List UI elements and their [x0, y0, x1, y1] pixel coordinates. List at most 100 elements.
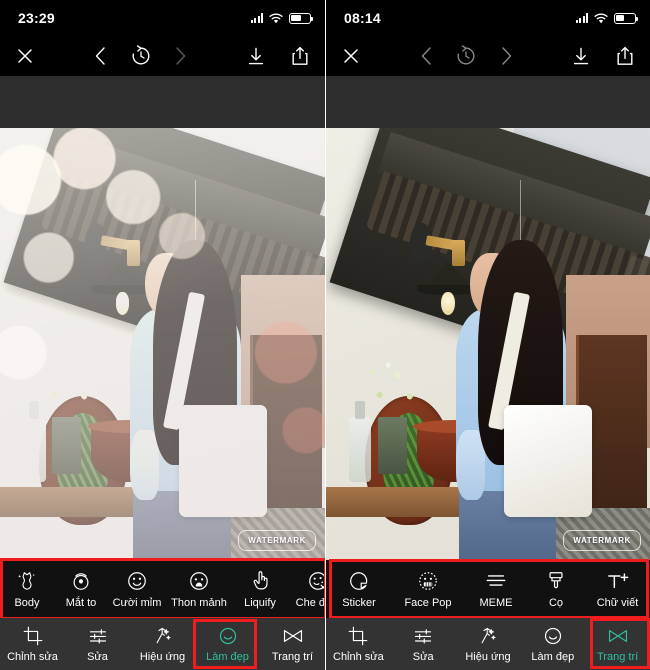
- battery-icon: [289, 12, 314, 24]
- tab-hieu-ung[interactable]: Hiệu ứng: [456, 618, 521, 670]
- tab-hieu-ung[interactable]: Hiệu ứng: [130, 618, 195, 670]
- tool-body[interactable]: Body: [0, 560, 54, 618]
- editor-tab-bar: Chỉnh sửa Sửa Hiệu ứng Làm đẹp Trang trí: [0, 618, 325, 670]
- white-shoulder-bag: [178, 404, 267, 517]
- photo-canvas-left[interactable]: WATERMARK: [0, 128, 325, 560]
- blemish-remover-icon: [307, 570, 325, 592]
- nav-actions: [243, 43, 313, 69]
- tool-label: Che đốm: [295, 596, 325, 609]
- tool-label: Cọ: [548, 596, 564, 609]
- tool-label: Thon mảnh: [171, 596, 227, 609]
- tool-brush[interactable]: Cọ: [528, 560, 584, 618]
- tool-label: Sticker: [342, 596, 376, 609]
- battery-icon: [614, 12, 639, 24]
- share-icon[interactable]: [287, 43, 313, 69]
- effects-sparkle-icon: [153, 626, 173, 646]
- photo-scene: [0, 128, 325, 560]
- tool-smile[interactable]: Cười mỉm: [108, 560, 166, 618]
- close-icon[interactable]: [12, 43, 38, 69]
- tab-label: Sửa: [412, 650, 434, 663]
- tab-label: Làm đẹp: [531, 650, 575, 663]
- tab-label: Hiệu ứng: [139, 650, 186, 663]
- tab-sua[interactable]: Sửa: [65, 618, 130, 670]
- soap-bottle: [22, 400, 46, 483]
- tool-face-pop[interactable]: Face Pop: [392, 560, 464, 618]
- chevron-right-icon[interactable]: [168, 43, 194, 69]
- editor-nav-bar: [326, 36, 650, 76]
- tool-liquify[interactable]: Liquify: [232, 560, 288, 618]
- tab-label: Trang trí: [271, 650, 314, 663]
- tab-label: Hiệu ứng: [465, 650, 511, 663]
- history-revert-icon[interactable]: [453, 43, 479, 69]
- beautify-tool-strip: Body Mắt to Cười mỉm Thon mảnh Liquify C…: [0, 560, 325, 618]
- photo-canvas-right[interactable]: WATERMARK: [326, 128, 650, 560]
- white-shoulder-bag: [504, 404, 592, 517]
- person-sleeve: [130, 430, 160, 500]
- photo-scene: [326, 128, 650, 560]
- phone-screenshot-left: 23:29 WATERMARK Body Mắt to Cười mỉm Tho…: [0, 0, 325, 670]
- tab-lam-dep[interactable]: Làm đẹp: [195, 618, 260, 670]
- tool-label: MEME: [479, 596, 513, 609]
- share-icon[interactable]: [612, 43, 638, 69]
- beautify-smile-icon: [543, 626, 563, 646]
- chevron-left-icon[interactable]: [413, 43, 439, 69]
- tab-sua[interactable]: Sửa: [391, 618, 456, 670]
- tool-meme[interactable]: MEME: [464, 560, 528, 618]
- soap-bottle: [348, 400, 372, 483]
- tool-label: Liquify: [244, 596, 276, 609]
- tab-trang-tri[interactable]: Trang trí: [260, 618, 325, 670]
- tab-chinh-sua[interactable]: Chỉnh sửa: [326, 618, 391, 670]
- tab-label: Làm đẹp: [206, 650, 249, 663]
- liquify-hand-icon: [249, 570, 271, 592]
- editor-nav-bar: [0, 36, 325, 76]
- smile-icon: [126, 570, 148, 592]
- tool-blemish-remover[interactable]: Che đốm: [288, 560, 325, 618]
- download-icon[interactable]: [568, 43, 594, 69]
- status-indicators: [250, 12, 314, 24]
- tool-big-eyes[interactable]: Mắt to: [54, 560, 108, 618]
- tool-text[interactable]: Chữ viết: [584, 560, 650, 618]
- nav-actions: [568, 43, 638, 69]
- watermark-badge[interactable]: WATERMARK: [563, 530, 641, 551]
- tool-label: Chữ viết: [596, 596, 639, 609]
- status-clock: 23:29: [18, 10, 55, 26]
- history-revert-icon[interactable]: [128, 43, 154, 69]
- editor-gap-band: [326, 76, 650, 128]
- tool-label: Cười mỉm: [112, 596, 162, 609]
- watermark-badge[interactable]: WATERMARK: [238, 530, 316, 551]
- tab-label: Trang trí: [597, 650, 639, 663]
- tab-label: Sửa: [87, 650, 108, 663]
- white-flowers: [32, 348, 104, 427]
- screenshot-stage: 23:29 WATERMARK Body Mắt to Cười mỉm Tho…: [0, 0, 650, 670]
- tab-chinh-sua[interactable]: Chỉnh sửa: [0, 618, 65, 670]
- meme-lines-icon: [485, 570, 507, 592]
- status-clock: 08:14: [344, 10, 381, 26]
- beautify-smile-icon: [218, 626, 238, 646]
- editor-tab-bar: Chỉnh sửa Sửa Hiệu ứng Làm đẹp Trang trí: [326, 618, 650, 670]
- tool-label: Face Pop: [404, 596, 452, 609]
- brush-icon: [545, 570, 567, 592]
- effects-sparkle-icon: [478, 626, 498, 646]
- adjust-sliders-icon: [88, 626, 108, 646]
- chevron-left-icon[interactable]: [88, 43, 114, 69]
- close-icon[interactable]: [338, 43, 364, 69]
- decorate-bowtie-icon: [282, 626, 304, 646]
- white-flowers: [358, 348, 430, 427]
- tool-label: Mắt to: [65, 596, 97, 609]
- tool-sticker[interactable]: Sticker: [326, 560, 392, 618]
- decorate-bowtie-icon: [607, 626, 629, 646]
- status-indicators: [575, 12, 639, 24]
- tab-label: Chỉnh sửa: [7, 650, 58, 663]
- tool-slim-face[interactable]: Thon mảnh: [166, 560, 232, 618]
- wifi-icon: [594, 12, 608, 24]
- face-pop-icon: [417, 570, 439, 592]
- wifi-icon: [269, 12, 283, 24]
- big-eyes-icon: [70, 570, 92, 592]
- light-bulb: [441, 292, 455, 315]
- status-bar: 08:14: [326, 0, 650, 36]
- chevron-right-icon[interactable]: [493, 43, 519, 69]
- download-icon[interactable]: [243, 43, 269, 69]
- tab-trang-tri[interactable]: Trang trí: [585, 618, 650, 670]
- tab-lam-dep[interactable]: Làm đẹp: [520, 618, 585, 670]
- lamp-neck: [452, 240, 466, 267]
